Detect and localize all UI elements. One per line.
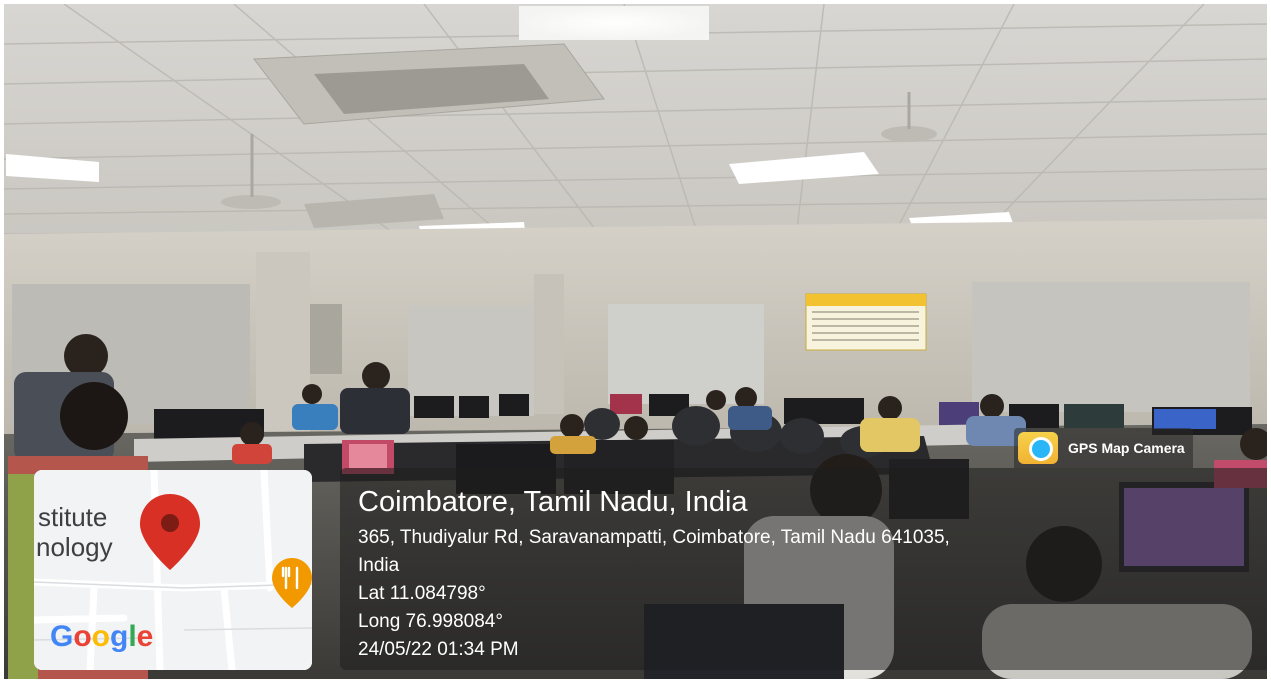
location-info-panel: Coimbatore, Tamil Nadu, India 365, Thudi… (340, 468, 1267, 670)
google-logo-text: Google (50, 620, 154, 653)
gps-brand-label: GPS Map Camera (1068, 440, 1185, 456)
map-thumbnail: stitute nology Google (34, 470, 312, 670)
google-logo: Google (50, 620, 153, 654)
address-line-2: India (358, 555, 400, 576)
map-pin-icon (140, 494, 200, 570)
address-line-1: 365, Thudiyalur Rd, Saravanampatti, Coim… (358, 527, 950, 548)
datetime: 24/05/22 01:34 PM (358, 639, 519, 660)
restaurant-poi-icon (272, 558, 312, 608)
map-label-institute: stitute (38, 502, 108, 532)
map-label-technology: nology (36, 532, 113, 562)
longitude: Long 76.998084° (358, 611, 503, 632)
gps-map-camera-icon (1018, 432, 1058, 464)
photo-frame: GPS Map Camera Coimbatore, Tamil Nadu, I… (4, 4, 1267, 679)
latitude: Lat 11.084798° (358, 583, 486, 604)
gps-map-camera-badge: GPS Map Camera (1014, 428, 1193, 468)
location-title: Coimbatore, Tamil Nadu, India (358, 486, 748, 518)
